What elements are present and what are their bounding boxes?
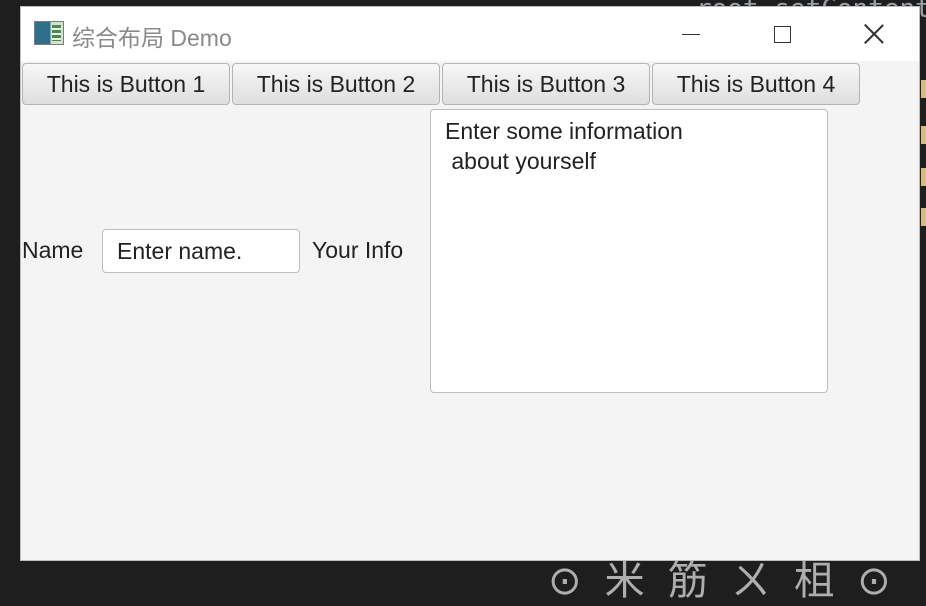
content-pane: This is Button 1 This is Button 2 This i… bbox=[21, 61, 919, 560]
maximize-button[interactable] bbox=[752, 7, 812, 61]
minimize-icon bbox=[682, 33, 700, 35]
close-button[interactable] bbox=[844, 7, 904, 61]
app-icon bbox=[34, 21, 64, 45]
name-input[interactable] bbox=[102, 229, 300, 273]
button-4[interactable]: This is Button 4 bbox=[652, 63, 860, 105]
background-code-strip bbox=[920, 60, 926, 260]
button-2[interactable]: This is Button 2 bbox=[232, 63, 440, 105]
info-textarea[interactable] bbox=[430, 109, 828, 393]
window-title: 综合布局 Demo bbox=[72, 25, 232, 51]
app-window: 综合布局 Demo This is Button 1 This is Butto… bbox=[20, 6, 920, 561]
close-icon bbox=[863, 23, 885, 45]
minimize-button[interactable] bbox=[661, 7, 721, 61]
info-label: Your Info bbox=[312, 237, 404, 263]
button-3[interactable]: This is Button 3 bbox=[442, 63, 650, 105]
maximize-icon bbox=[773, 25, 791, 43]
name-label: Name bbox=[22, 237, 84, 263]
title-bar[interactable]: 综合布局 Demo bbox=[21, 7, 919, 61]
button-1[interactable]: This is Button 1 bbox=[22, 63, 230, 105]
